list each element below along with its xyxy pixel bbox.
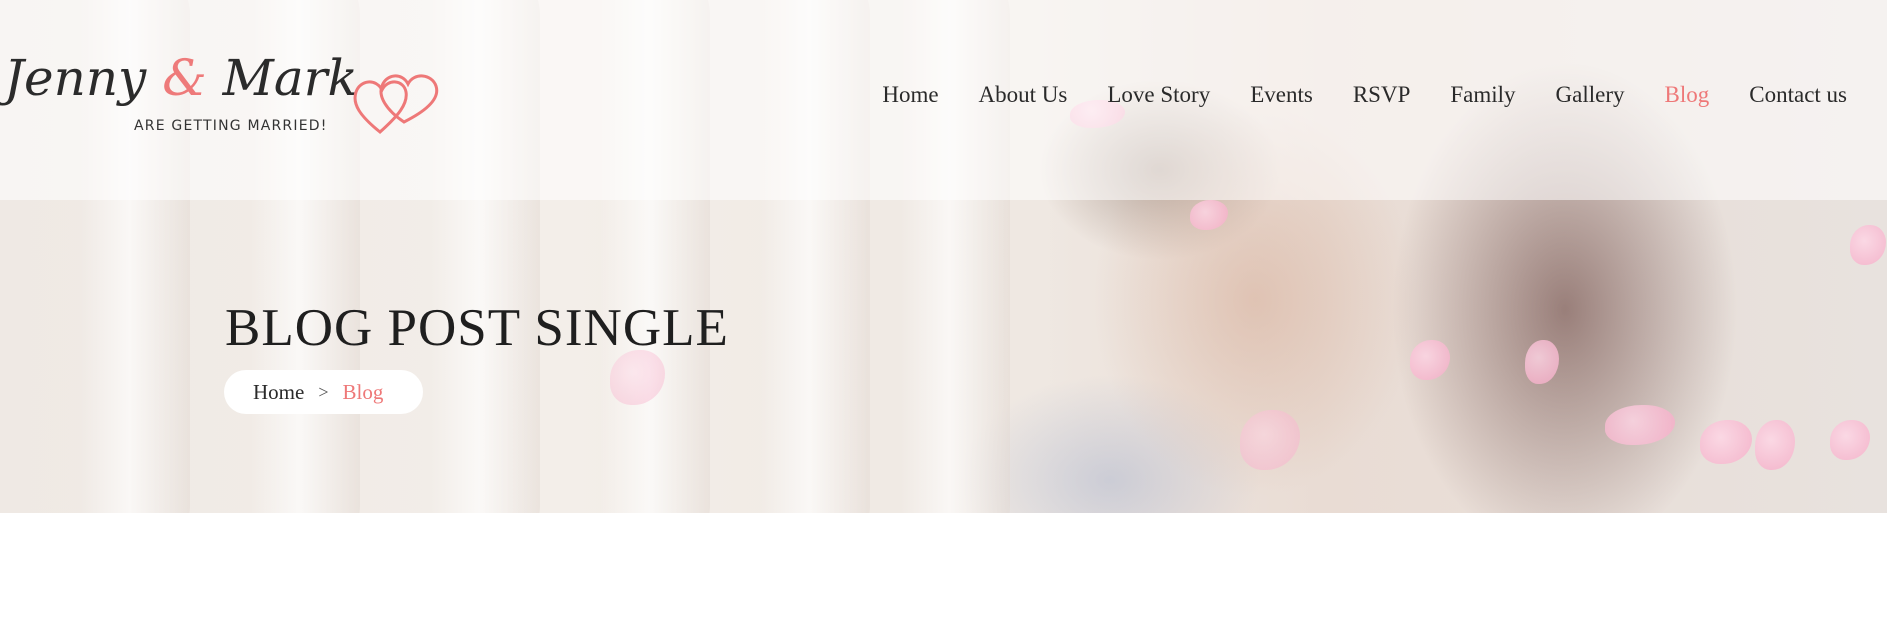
logo-ampersand: & [162, 49, 207, 107]
logo-name-first: Jenny [4, 49, 147, 107]
petal-decoration [1410, 340, 1450, 380]
logo-names: Jenny & Mark [4, 48, 358, 108]
logo-name-second: Mark [222, 49, 358, 107]
nav-gallery[interactable]: Gallery [1556, 82, 1625, 108]
petal-decoration [1830, 420, 1870, 460]
nav-about-us[interactable]: About Us [979, 82, 1068, 108]
nav-rsvp[interactable]: RSVP [1353, 82, 1411, 108]
petal-decoration [1700, 420, 1752, 464]
petal-decoration [1755, 420, 1795, 470]
petal-decoration [1850, 225, 1886, 265]
hearts-icon [353, 74, 439, 134]
petal-decoration [1190, 200, 1228, 230]
nav-events[interactable]: Events [1250, 82, 1313, 108]
nav-blog[interactable]: Blog [1665, 82, 1710, 108]
petal-decoration [1605, 405, 1675, 445]
nav-contact-us[interactable]: Contact us [1749, 82, 1847, 108]
main-navigation: Home About Us Love Story Events RSVP Fam… [882, 82, 1847, 108]
breadcrumb-separator: > [318, 381, 329, 402]
site-logo[interactable]: Jenny & Mark ARE GETTING MARRIED! [4, 48, 454, 138]
petal-decoration [1525, 340, 1559, 384]
logo-tagline: ARE GETTING MARRIED! [134, 118, 328, 134]
page-title: BLOG POST SINGLE [225, 299, 729, 357]
breadcrumb-current: Blog [342, 379, 384, 404]
nav-love-story[interactable]: Love Story [1107, 82, 1210, 108]
breadcrumb-home-link[interactable]: Home [253, 380, 304, 405]
breadcrumb: Home > Blog [224, 370, 423, 414]
petal-decoration [1240, 410, 1300, 470]
nav-home[interactable]: Home [882, 82, 938, 108]
nav-family[interactable]: Family [1450, 82, 1515, 108]
